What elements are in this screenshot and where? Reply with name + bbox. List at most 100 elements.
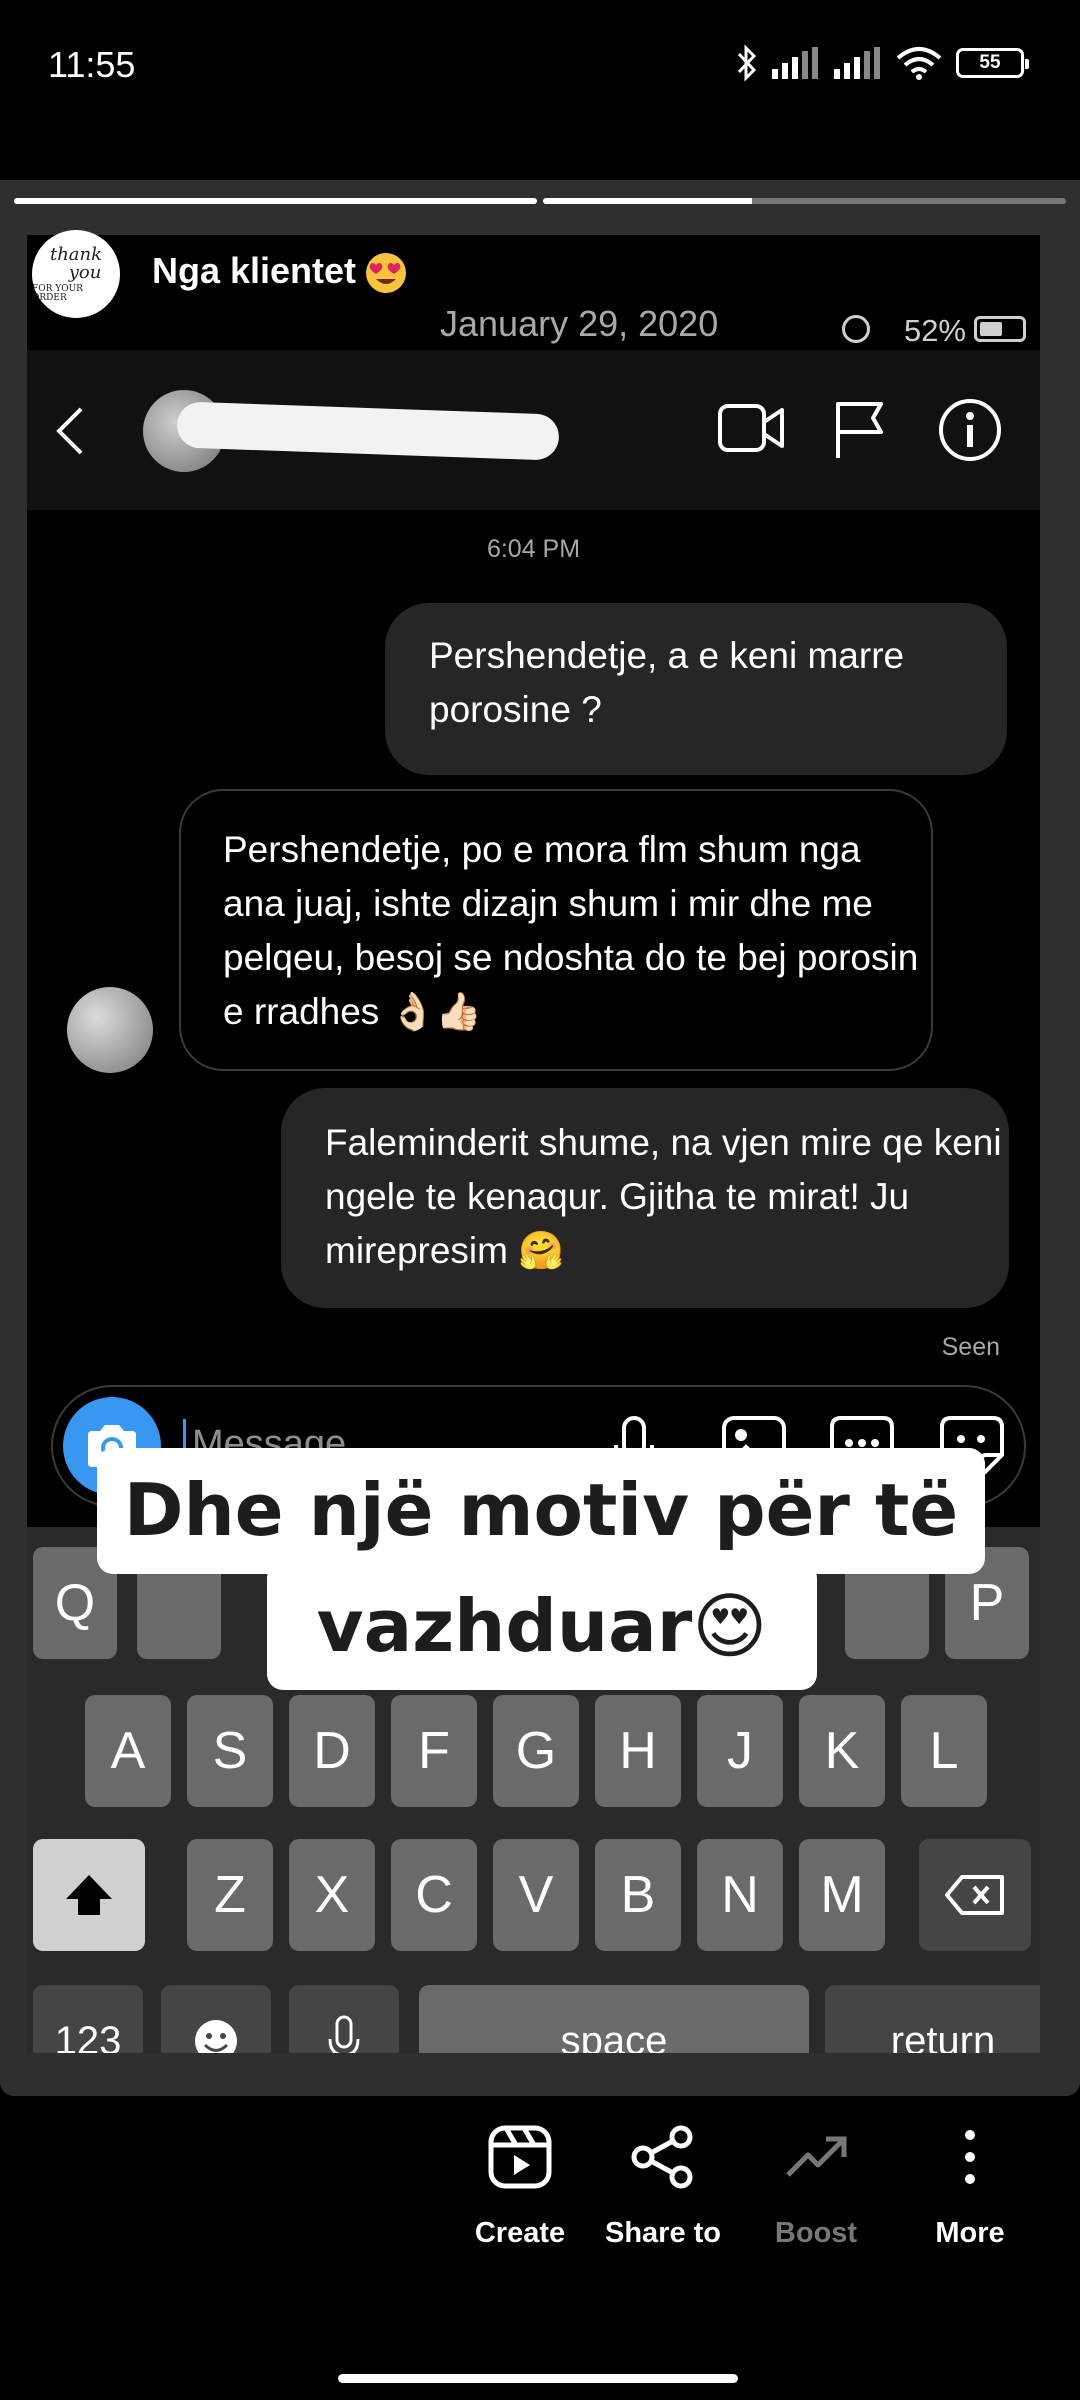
key-h: H bbox=[595, 1695, 681, 1807]
battery-indicator: 55 bbox=[956, 48, 1029, 78]
key-label: J bbox=[727, 1722, 753, 1780]
avatar-text: thank bbox=[49, 243, 103, 265]
message-bubble-outgoing: Pershendetje, a e keni marre porosine ? bbox=[385, 603, 1007, 775]
action-label: Create bbox=[474, 2217, 566, 2249]
heart-eyes-emoji-icon bbox=[366, 253, 407, 294]
key-return: return bbox=[825, 1985, 1040, 2053]
emoji-icon bbox=[195, 2020, 237, 2053]
key-backspace bbox=[919, 1839, 1031, 1951]
reels-icon bbox=[488, 2125, 552, 2189]
message-text: Pershendetje, a e keni marre porosine ? bbox=[429, 635, 905, 730]
bluetooth-icon bbox=[737, 44, 757, 82]
story-progress bbox=[14, 198, 1066, 204]
key-f: F bbox=[391, 1695, 477, 1807]
action-label: More bbox=[935, 2217, 1005, 2249]
key-label: M bbox=[820, 1866, 864, 1924]
key-label: S bbox=[212, 1722, 248, 1780]
wifi-icon bbox=[896, 47, 942, 80]
action-label: Boost bbox=[774, 2217, 858, 2249]
key-j: J bbox=[697, 1695, 783, 1807]
dm-header bbox=[27, 350, 1040, 510]
screenshot-image: January 29, 2020 52% 6:04 PM Pershendetj… bbox=[27, 235, 1040, 2053]
more-button[interactable]: More bbox=[900, 2125, 1040, 2250]
create-button[interactable]: Create bbox=[450, 2125, 590, 2250]
screenshot-battery-text: 52% bbox=[903, 313, 966, 348]
key-a: A bbox=[85, 1695, 171, 1807]
story-text-sticker[interactable]: Dhe një motiv për të bbox=[97, 1448, 985, 1574]
share-icon bbox=[631, 2125, 693, 2189]
home-indicator[interactable] bbox=[338, 2374, 738, 2383]
key-label: N bbox=[721, 1866, 759, 1924]
key-label: P bbox=[969, 1574, 1005, 1632]
key-label: C bbox=[415, 1866, 453, 1924]
avatar-text: you bbox=[68, 261, 102, 283]
signal-icon bbox=[772, 47, 818, 79]
redacted-username bbox=[176, 401, 560, 461]
key-shift bbox=[33, 1839, 145, 1951]
key-label: X bbox=[314, 1866, 350, 1924]
message-text: Faleminderit shume, na vjen mire qe keni… bbox=[325, 1122, 1002, 1271]
key-label: F bbox=[418, 1722, 450, 1780]
message-bubble-incoming: Pershendetje, po e mora flm shum nga ana… bbox=[179, 789, 933, 1071]
key-z: Z bbox=[187, 1839, 273, 1951]
status-icons: 55 bbox=[736, 44, 1029, 82]
key-dictation bbox=[289, 1985, 399, 2053]
backspace-icon bbox=[945, 1875, 1004, 1915]
key-numbers: 123 bbox=[33, 1985, 143, 2053]
key-s: S bbox=[187, 1695, 273, 1807]
back-arrow-icon bbox=[56, 407, 83, 455]
story-media[interactable]: January 29, 2020 52% 6:04 PM Pershendetj… bbox=[0, 180, 1080, 2096]
seen-indicator: Seen bbox=[941, 1333, 1000, 1361]
key-g: G bbox=[493, 1695, 579, 1807]
story-title[interactable]: Nga klientet bbox=[152, 250, 407, 294]
key-b: B bbox=[595, 1839, 681, 1951]
key-label: A bbox=[110, 1722, 146, 1780]
key-d: D bbox=[289, 1695, 375, 1807]
microphone-icon bbox=[328, 2015, 360, 2053]
key-v: V bbox=[493, 1839, 579, 1951]
key-m: M bbox=[799, 1839, 885, 1951]
key-l: L bbox=[901, 1695, 987, 1807]
key-k: K bbox=[799, 1695, 885, 1807]
story-text-sticker[interactable]: vazhduar😍 bbox=[267, 1562, 817, 1690]
rotation-lock-icon bbox=[842, 315, 870, 343]
message-text: Pershendetje, po e mora flm shum nga ana… bbox=[223, 829, 919, 1032]
story-avatar[interactable]: thank you FOR YOUR ORDER bbox=[32, 230, 120, 318]
sticker-text: Dhe një motiv për të bbox=[123, 1468, 959, 1552]
screenshot-battery-icon bbox=[974, 316, 1026, 342]
progress-segment bbox=[14, 198, 537, 204]
key-label: return bbox=[890, 2018, 996, 2054]
key-label: L bbox=[929, 1722, 959, 1780]
key-label: H bbox=[619, 1722, 657, 1780]
key-emoji bbox=[161, 1985, 271, 2053]
info-icon bbox=[939, 399, 1001, 461]
key-x: X bbox=[289, 1839, 375, 1951]
message-timestamp: 6:04 PM bbox=[486, 535, 581, 563]
key-label: Q bbox=[54, 1574, 96, 1632]
key-label: B bbox=[620, 1866, 656, 1924]
key-label: K bbox=[824, 1722, 860, 1780]
key-label: 123 bbox=[54, 2018, 122, 2054]
battery-level: 55 bbox=[979, 52, 1001, 73]
flag-icon bbox=[836, 402, 883, 458]
key-label: space bbox=[560, 2018, 668, 2054]
sticker-text: vazhduar😍 bbox=[316, 1584, 768, 1668]
screenshot-date: January 29, 2020 bbox=[440, 303, 719, 344]
signal-icon bbox=[834, 47, 880, 79]
more-vertical-icon bbox=[965, 2130, 975, 2184]
key-space: space bbox=[419, 1985, 809, 2053]
key-label: V bbox=[518, 1866, 554, 1924]
share-button[interactable]: Share to bbox=[593, 2125, 733, 2250]
status-time: 11:55 bbox=[48, 44, 136, 85]
boost-button[interactable]: Boost bbox=[746, 2125, 886, 2250]
key-label: D bbox=[313, 1722, 351, 1780]
trend-up-icon bbox=[786, 2136, 847, 2177]
key-c: C bbox=[391, 1839, 477, 1951]
action-label: Share to bbox=[604, 2217, 722, 2249]
message-bubble-outgoing: Faleminderit shume, na vjen mire qe keni… bbox=[281, 1088, 1009, 1308]
avatar-text: FOR YOUR ORDER bbox=[32, 283, 83, 303]
key-label: G bbox=[515, 1722, 557, 1780]
key-n: N bbox=[697, 1839, 783, 1951]
shift-icon bbox=[66, 1875, 112, 1915]
contact-avatar bbox=[67, 987, 153, 1073]
